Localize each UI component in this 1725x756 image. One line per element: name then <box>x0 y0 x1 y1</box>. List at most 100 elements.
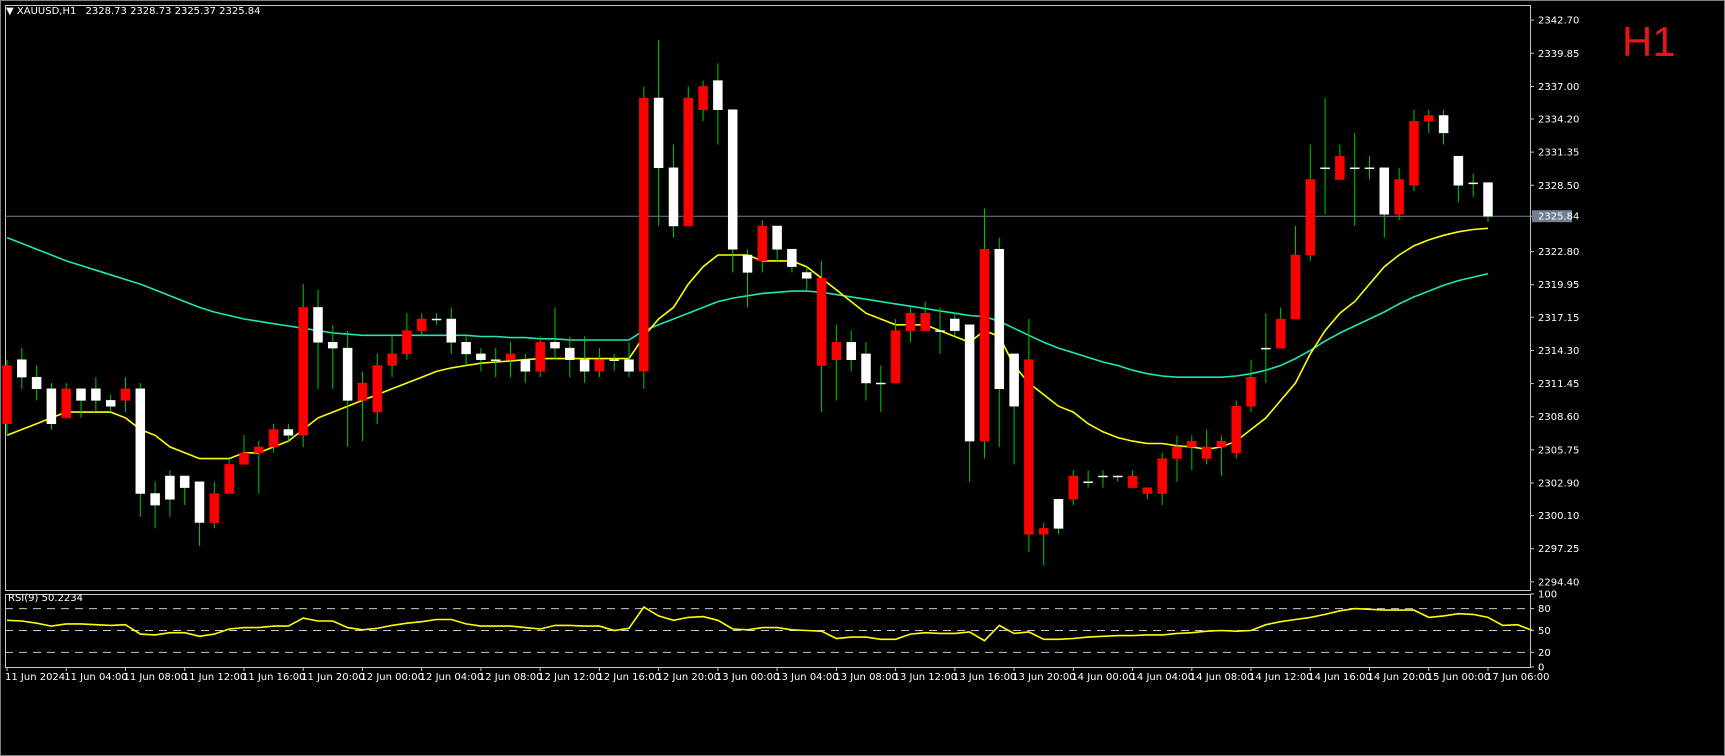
candle-body <box>579 359 590 372</box>
candle-body <box>387 353 397 366</box>
candle-body <box>550 342 560 349</box>
candle-body <box>1201 446 1212 459</box>
candle-body <box>313 307 323 343</box>
candle-body <box>653 97 664 169</box>
x-tick-label: 13 Jun 08:00 <box>834 672 898 683</box>
candle-body <box>964 324 975 442</box>
candle-body <box>357 382 368 401</box>
candle-body <box>431 318 442 321</box>
candle-body <box>1127 475 1138 488</box>
candle-body <box>816 278 827 366</box>
candle-body <box>76 388 86 401</box>
candle-body <box>446 318 457 343</box>
candle-body <box>1157 458 1167 494</box>
candle-body <box>801 272 812 279</box>
candle-body <box>194 481 205 523</box>
candle-body <box>1246 376 1256 407</box>
candle-body <box>1083 481 1093 484</box>
candle-body <box>876 382 886 385</box>
x-tick-label: 11 Jun 04:00 <box>64 672 128 683</box>
x-tick-label: 12 Jun 00:00 <box>360 672 424 683</box>
candle-body <box>757 225 768 262</box>
candle-body <box>905 312 916 331</box>
y-tick-label: 2325.84 <box>1538 212 1579 223</box>
candle-body <box>1216 440 1227 448</box>
x-tick-label: 13 Jun 20:00 <box>1012 672 1076 683</box>
x-tick-label: 13 Jun 12:00 <box>894 672 958 683</box>
candle-body <box>1320 167 1330 170</box>
candle-body <box>846 342 856 360</box>
candle-body <box>594 359 605 372</box>
candle-body <box>624 359 634 372</box>
candle-body <box>565 347 575 360</box>
candle-body <box>1364 167 1375 170</box>
candle-body <box>328 342 338 349</box>
candle-body <box>1290 254 1301 320</box>
candle-body <box>1379 167 1390 215</box>
candle-body <box>402 330 412 355</box>
candle-body <box>1483 182 1493 217</box>
y-tick-label: 2297.25 <box>1538 544 1579 555</box>
candle-body <box>1098 475 1108 478</box>
collapse-triangle-icon[interactable]: ▼ <box>6 6 14 17</box>
y-tick-label: 2302.90 <box>1538 479 1579 490</box>
candle-body <box>120 388 131 401</box>
y-tick-label: 2294.40 <box>1538 577 1579 588</box>
x-tick-label: 12 Jun 16:00 <box>597 672 661 683</box>
symbol-label: XAUUSD,H1 <box>16 6 77 17</box>
rsi-tick-label: 100 <box>1538 590 1557 601</box>
candle-body <box>1009 353 1019 407</box>
candle-body <box>505 353 516 360</box>
candle-body <box>979 248 990 442</box>
candle-body <box>698 86 708 110</box>
rsi-tick-label: 80 <box>1538 604 1551 615</box>
candle-body <box>1068 475 1079 500</box>
candle-body <box>1453 155 1464 186</box>
candle-body <box>91 388 101 401</box>
candle-body <box>1142 487 1153 494</box>
candle-body <box>713 80 723 110</box>
candle-body <box>268 429 279 448</box>
candle-body <box>1187 440 1197 448</box>
y-tick-label: 2331.35 <box>1538 148 1579 159</box>
candle-body <box>831 342 842 360</box>
candle-body <box>1424 115 1434 122</box>
rsi-line <box>6 606 1533 642</box>
chart-canvas[interactable]: 2342.70 2339.85 2337.00 2334.20 2331.35 2328.… <box>0 0 1725 756</box>
candle-body <box>861 353 871 384</box>
candle-body <box>298 307 308 436</box>
candle-body <box>254 446 264 453</box>
candle-body <box>31 376 42 390</box>
candle-body <box>1038 528 1049 535</box>
x-tick-label: 13 Jun 16:00 <box>953 672 1017 683</box>
rsi-label: RSI(9) 50.2234 <box>8 593 83 604</box>
candle-body <box>535 342 545 372</box>
candle-body <box>994 248 1005 390</box>
candle-body <box>372 365 383 413</box>
candle-body <box>890 330 901 384</box>
candle-body <box>209 493 220 523</box>
candle-body <box>668 167 679 227</box>
candle-body <box>461 342 471 355</box>
y-tick-label: 2337.00 <box>1538 82 1579 93</box>
y-tick-label: 2334.20 <box>1538 114 1579 125</box>
candle-body <box>476 353 486 360</box>
candle-body <box>1349 167 1360 170</box>
x-tick-label: 13 Jun 00:00 <box>716 672 780 683</box>
y-tick-label: 2300.10 <box>1538 511 1579 522</box>
y-tick-label: 2328.50 <box>1538 181 1579 192</box>
candle-body <box>239 452 249 465</box>
x-tick-label: 14 Jun 00:00 <box>1071 672 1135 683</box>
x-tick-label: 12 Jun 12:00 <box>538 672 602 683</box>
rsi-tick-label: 20 <box>1538 648 1551 659</box>
y-tick-label: 2311.45 <box>1538 379 1579 390</box>
candle-body <box>1438 115 1449 134</box>
candle-body <box>105 400 116 407</box>
candle-body <box>683 97 694 227</box>
candle-body <box>224 464 234 494</box>
x-tick-label: 11 Jun 16:00 <box>242 672 306 683</box>
x-tick-label: 13 Jun 04:00 <box>775 672 839 683</box>
candle-body <box>609 359 619 361</box>
main-pane-frame <box>5 5 1531 591</box>
candle-body <box>416 318 427 331</box>
